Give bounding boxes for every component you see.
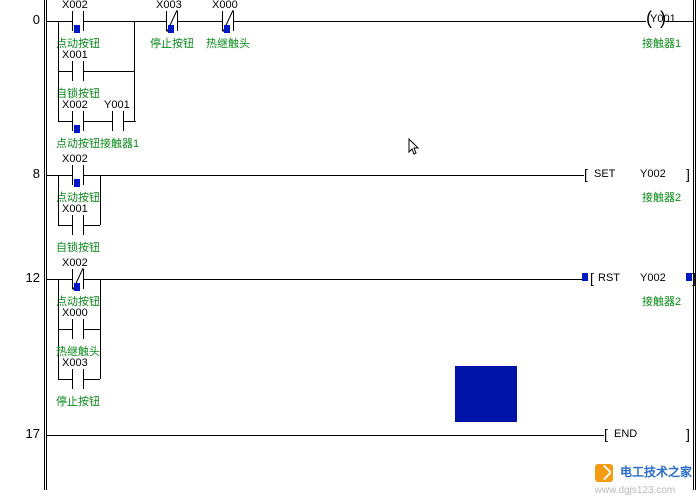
ladder-diagram: 0 X002 点动按钮 X003 停止按钮 X000 热继触头 Y001 接触器… xyxy=(0,0,700,500)
wire xyxy=(100,175,101,225)
coil-label: 接触器2 xyxy=(642,189,681,205)
watermark-brand: 电工技术之家 xyxy=(620,465,692,479)
contact-no-x003-r12 xyxy=(60,369,96,389)
contact-label: 点动按钮 xyxy=(56,135,100,151)
contact-address: X002 xyxy=(62,257,88,269)
contact-address: X000 xyxy=(62,307,88,319)
contact-label: 热继触头 xyxy=(206,35,250,51)
wire xyxy=(246,21,646,22)
rung-number: 12 xyxy=(0,270,40,285)
contact-address: X001 xyxy=(62,49,88,61)
wire xyxy=(58,225,62,226)
left-rail-2 xyxy=(46,0,47,490)
contact-no-x001-r8 xyxy=(60,215,96,235)
status-tick-icon xyxy=(74,25,80,33)
status-tick-icon xyxy=(74,283,80,291)
selection-box xyxy=(455,366,517,422)
contact-label: 停止按钮 xyxy=(56,393,100,409)
bracket-icon: [ xyxy=(604,426,608,442)
status-tick-icon xyxy=(224,25,230,33)
contact-no-x000-r12 xyxy=(60,319,96,339)
contact-address: X003 xyxy=(62,357,88,369)
bracket-icon: [ xyxy=(590,270,594,286)
coil-address: Y001 xyxy=(650,13,676,25)
wire xyxy=(134,21,135,121)
contact-address: X001 xyxy=(62,203,88,215)
wire xyxy=(58,329,62,330)
wire xyxy=(96,329,100,330)
left-rail xyxy=(44,0,45,490)
contact-label: 自锁按钮 xyxy=(56,239,100,255)
bracket-icon: ] xyxy=(686,426,690,442)
coil-label: 接触器1 xyxy=(642,35,681,51)
right-rail-2 xyxy=(695,0,696,490)
wire xyxy=(96,21,154,22)
watermark-icon xyxy=(595,464,613,482)
rung-number: 0 xyxy=(0,12,40,27)
function-operand: Y002 xyxy=(640,272,666,284)
contact-address: X002 xyxy=(62,153,88,165)
wire xyxy=(190,21,210,22)
wire xyxy=(96,225,100,226)
contact-no-x001 xyxy=(60,61,96,81)
watermark-url: www.dgjs123.com xyxy=(595,485,676,496)
wire xyxy=(58,71,59,121)
function-set: SET xyxy=(594,168,615,180)
status-tick-icon xyxy=(582,273,588,281)
function-end: END xyxy=(614,428,637,440)
function-operand: Y002 xyxy=(640,168,666,180)
watermark: 电工技术之家 www.dgjs123.com xyxy=(595,463,692,496)
cursor-icon xyxy=(408,138,420,156)
function-rst: RST xyxy=(598,272,620,284)
contact-address: X002 xyxy=(62,99,88,111)
wire xyxy=(96,175,584,176)
bracket-icon: ] xyxy=(686,166,690,182)
wire xyxy=(58,121,62,122)
bracket-icon: [ xyxy=(584,166,588,182)
right-rail xyxy=(693,0,694,490)
rung-number: 8 xyxy=(0,166,40,181)
status-tick-icon xyxy=(74,125,80,133)
wire xyxy=(58,21,59,71)
status-tick-icon xyxy=(74,179,80,187)
contact-address: X000 xyxy=(212,0,238,11)
contact-no-y001 xyxy=(100,111,136,131)
coil-label: 接触器2 xyxy=(642,293,681,309)
wire xyxy=(100,279,101,379)
contact-label: 接触器1 xyxy=(100,135,139,151)
contact-address: X003 xyxy=(156,0,182,11)
rung-number: 17 xyxy=(0,426,40,441)
wire xyxy=(96,379,100,380)
bracket-icon: ] xyxy=(692,270,696,286)
wire xyxy=(58,175,59,225)
wire xyxy=(46,435,604,436)
wire xyxy=(666,21,694,22)
status-tick-icon xyxy=(168,25,174,33)
wire xyxy=(96,279,584,280)
wire xyxy=(58,379,62,380)
wire xyxy=(96,71,134,72)
contact-address: X002 xyxy=(62,0,88,11)
contact-label: 停止按钮 xyxy=(150,35,194,51)
contact-address: Y001 xyxy=(104,99,130,111)
